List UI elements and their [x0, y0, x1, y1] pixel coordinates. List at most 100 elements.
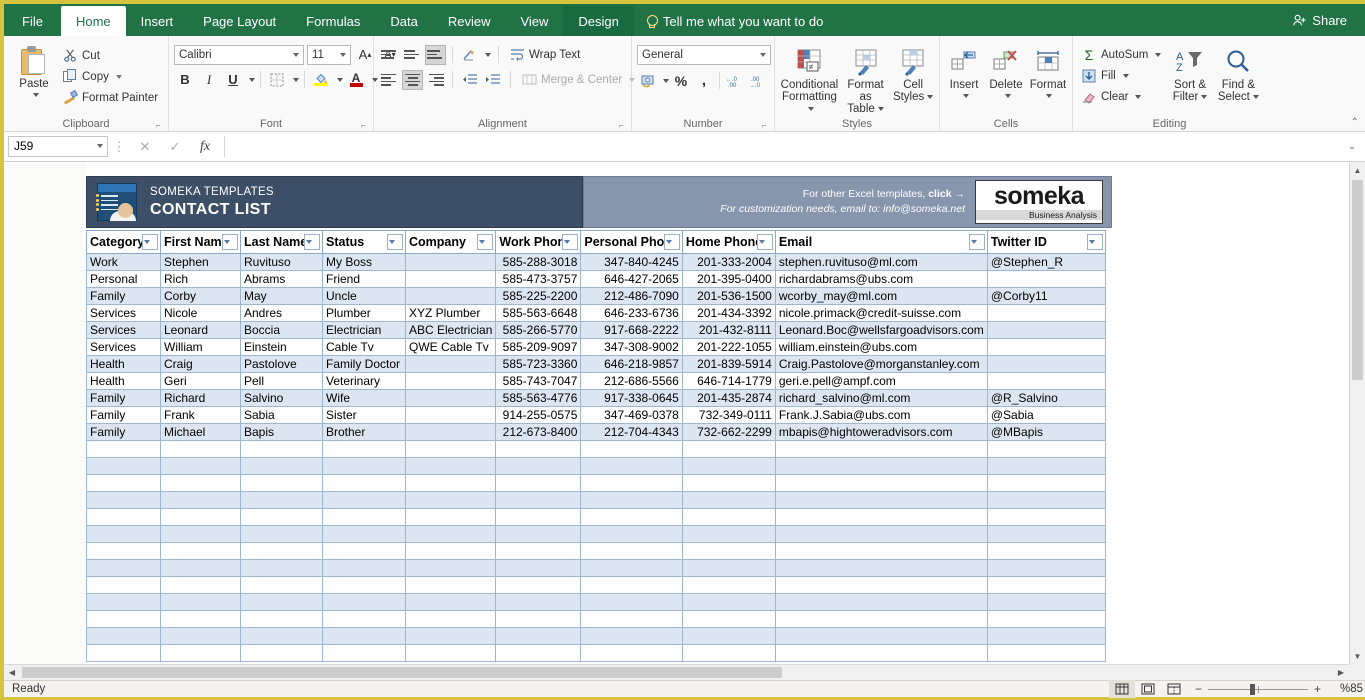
- table-row-empty[interactable]: [86, 542, 1106, 560]
- filter-dropdown-icon[interactable]: [968, 234, 985, 250]
- scroll-left-arrow[interactable]: ◀: [4, 665, 20, 681]
- table-cell[interactable]: [240, 644, 323, 662]
- table-cell[interactable]: Ruvituso: [240, 253, 323, 271]
- insert-function-button[interactable]: fx: [190, 136, 220, 158]
- table-cell[interactable]: [160, 457, 241, 475]
- table-cell[interactable]: [86, 457, 161, 475]
- table-cell[interactable]: William: [160, 338, 241, 356]
- font-name-dropdown-icon[interactable]: [293, 52, 299, 57]
- number-format-dropdown-icon[interactable]: [760, 53, 766, 57]
- table-cell[interactable]: 585-473-3757: [495, 270, 582, 288]
- increase-indent-button[interactable]: [482, 70, 503, 90]
- accounting-dropdown-icon[interactable]: [663, 78, 669, 83]
- table-cell[interactable]: [774, 525, 988, 543]
- paste-dropdown-icon[interactable]: [32, 92, 39, 97]
- table-cell[interactable]: [160, 491, 241, 509]
- table-row[interactable]: Services Leonard Boccia Electrician ABC Elec…: [86, 321, 1106, 339]
- increase-decimal-button[interactable]: ←.0.00: [724, 70, 746, 91]
- table-cell[interactable]: [580, 559, 683, 577]
- table-cell[interactable]: [240, 610, 323, 628]
- table-cell[interactable]: [986, 321, 1106, 339]
- vertical-scrollbar[interactable]: ▲ ▼: [1349, 162, 1365, 664]
- format-painter-button[interactable]: Format Painter: [59, 87, 161, 108]
- decrease-decimal-button[interactable]: .00 →.0: [747, 70, 769, 91]
- promo-click-link[interactable]: click →: [928, 188, 965, 200]
- table-cell[interactable]: [986, 644, 1106, 662]
- table-cell[interactable]: [86, 440, 161, 458]
- table-cell[interactable]: [322, 644, 406, 662]
- table-cell[interactable]: Frank.J.Sabia@ubs.com: [774, 406, 988, 424]
- table-cell[interactable]: [774, 474, 988, 492]
- table-row-empty[interactable]: [86, 593, 1106, 611]
- table-cell[interactable]: [322, 627, 406, 645]
- table-cell[interactable]: @Corby11: [986, 287, 1106, 305]
- table-cell[interactable]: @R_Salvino: [986, 389, 1106, 407]
- table-cell[interactable]: 201-395-0400: [681, 270, 776, 288]
- table-row-empty[interactable]: [86, 627, 1106, 645]
- table-cell[interactable]: [774, 610, 988, 628]
- confirm-formula-button[interactable]: ✓: [160, 136, 190, 158]
- table-cell[interactable]: Health: [86, 372, 161, 390]
- tab-data[interactable]: Data: [375, 6, 432, 36]
- table-cell[interactable]: 646-233-6736: [580, 304, 683, 322]
- table-row-empty[interactable]: [86, 576, 1106, 594]
- table-cell[interactable]: [681, 542, 776, 560]
- filter-dropdown-icon[interactable]: [1086, 234, 1103, 250]
- align-right-button[interactable]: [425, 70, 446, 90]
- autosum-dropdown-icon[interactable]: [1155, 52, 1162, 57]
- number-dialog-launcher[interactable]: ⌐: [762, 121, 771, 130]
- filter-dropdown-icon[interactable]: [663, 234, 680, 250]
- table-cell[interactable]: Personal: [86, 270, 161, 288]
- table-cell[interactable]: stephen.ruvituso@ml.com: [774, 253, 988, 271]
- table-row-empty[interactable]: [86, 474, 1106, 492]
- table-cell[interactable]: [404, 576, 497, 594]
- table-row-empty[interactable]: [86, 525, 1106, 543]
- table-cell[interactable]: Services: [86, 304, 161, 322]
- zoom-track[interactable]: [1207, 683, 1308, 695]
- table-cell[interactable]: Craig: [160, 355, 241, 373]
- format-cells-button[interactable]: Format: [1029, 42, 1067, 102]
- table-cell[interactable]: [322, 593, 406, 611]
- table-cell[interactable]: [240, 457, 323, 475]
- table-cell[interactable]: [580, 525, 683, 543]
- table-cell[interactable]: [404, 610, 497, 628]
- table-cell[interactable]: [322, 508, 406, 526]
- table-cell[interactable]: Richard: [160, 389, 241, 407]
- table-cell[interactable]: [580, 440, 683, 458]
- font-dialog-launcher[interactable]: ⌐: [361, 121, 370, 130]
- tell-me-box[interactable]: Tell me what you want to do: [634, 6, 835, 36]
- copy-button[interactable]: Copy: [59, 66, 161, 87]
- table-cell[interactable]: Rich: [160, 270, 241, 288]
- table-cell[interactable]: william.einstein@ubs.com: [774, 338, 988, 356]
- zoom-in-button[interactable]: +: [1314, 682, 1321, 696]
- table-row-empty[interactable]: [86, 508, 1106, 526]
- tab-design[interactable]: Design: [563, 6, 634, 36]
- merge-center-button[interactable]: Merge & Center: [518, 69, 638, 90]
- table-cell[interactable]: [774, 491, 988, 509]
- table-cell[interactable]: 212-686-5566: [580, 372, 683, 390]
- fill-color-button[interactable]: [310, 69, 332, 90]
- copy-dropdown-icon[interactable]: [115, 74, 122, 79]
- table-cell[interactable]: Corby: [160, 287, 241, 305]
- filter-dropdown-icon[interactable]: [562, 234, 579, 250]
- table-cell[interactable]: [404, 508, 497, 526]
- table-cell[interactable]: 585-288-3018: [495, 253, 582, 271]
- table-cell[interactable]: [986, 559, 1106, 577]
- table-cell[interactable]: [240, 576, 323, 594]
- table-cell[interactable]: [681, 457, 776, 475]
- table-row[interactable]: Health Geri Pell Veterinary 585-743-7047 212-…: [86, 372, 1106, 390]
- table-cell[interactable]: [404, 559, 497, 577]
- table-cell[interactable]: Health: [86, 355, 161, 373]
- delete-cells-button[interactable]: Delete: [986, 42, 1026, 102]
- cancel-formula-button[interactable]: ✕: [130, 136, 160, 158]
- table-cell[interactable]: [681, 491, 776, 509]
- table-cell[interactable]: [240, 542, 323, 560]
- table-cell[interactable]: [86, 491, 161, 509]
- table-cell[interactable]: [404, 627, 497, 645]
- table-cell[interactable]: [404, 287, 497, 305]
- expand-formula-bar-button[interactable]: ⌄: [1343, 136, 1361, 158]
- table-cell[interactable]: [322, 525, 406, 543]
- table-cell[interactable]: [580, 508, 683, 526]
- table-cell[interactable]: [240, 440, 323, 458]
- table-cell[interactable]: [986, 474, 1106, 492]
